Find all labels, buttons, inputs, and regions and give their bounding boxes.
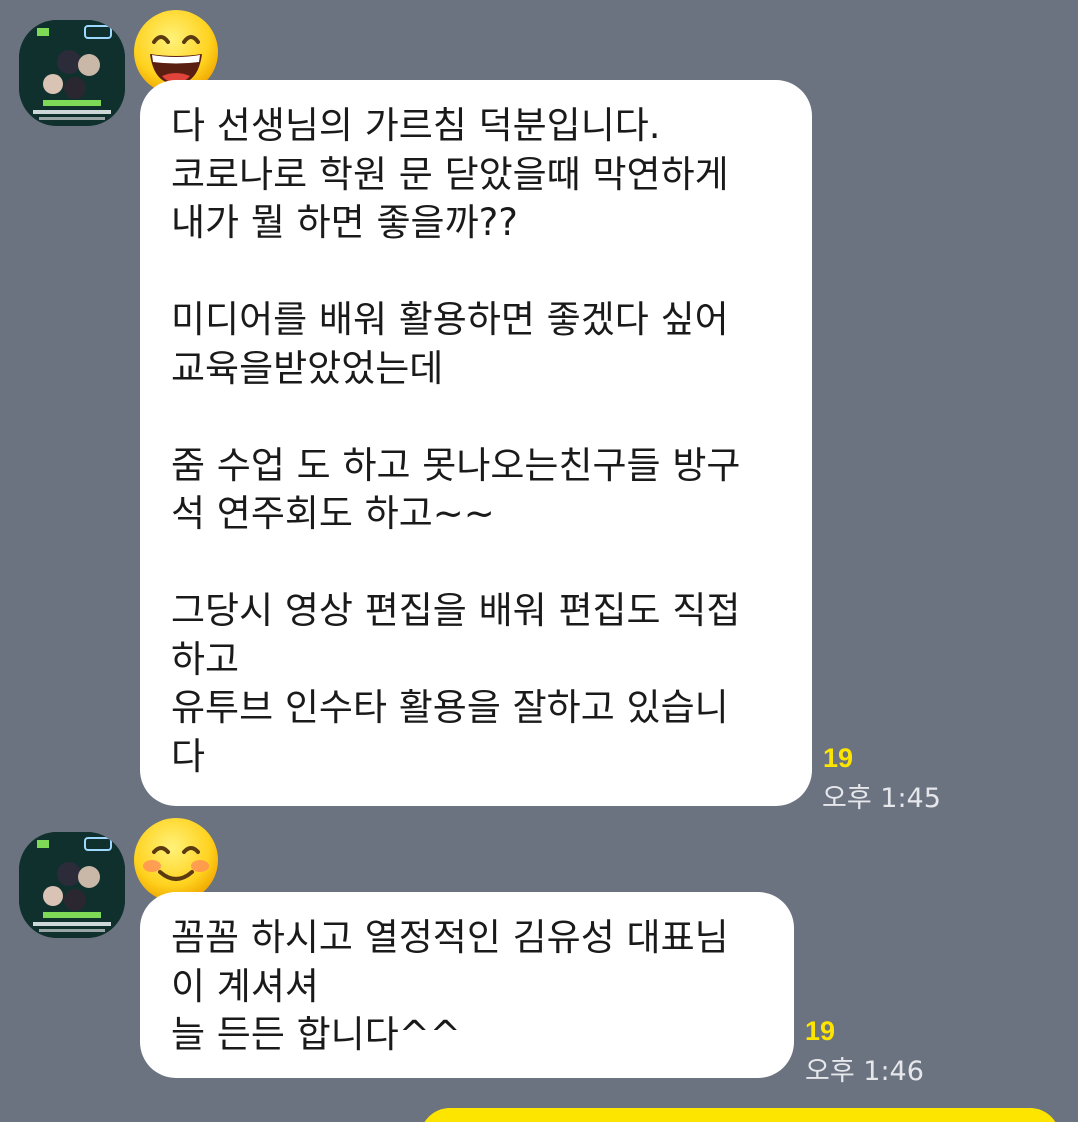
message-line: 다 xyxy=(171,734,206,778)
message-line: 줌 수업 도 하고 못나오는친구들 방구 xyxy=(171,443,741,487)
message-line: 교육을받았었는데 xyxy=(171,346,444,390)
message-line: 내가 뭘 하면 좋을까?? xyxy=(171,201,518,244)
message-line: 이 계셔셔 xyxy=(171,964,319,1008)
message-time: 오후 1:46 xyxy=(805,1056,924,1087)
smiling-blush-face-emoji-icon xyxy=(132,816,220,904)
concert-poster-avatar-icon xyxy=(19,832,125,938)
unread-count: 19 xyxy=(805,1016,836,1046)
message-line: 그당시 영상 편집을 배워 편집도 직접 xyxy=(171,589,741,632)
message-time: 오후 1:45 xyxy=(822,783,941,814)
message-line: 다 선생님의 가르침 덕분입니다. xyxy=(171,104,661,147)
message-text: 다 선생님의 가르침 덕분입니다. 코로나로 학원 문 닫았을때 막연하게 내가… xyxy=(171,102,782,781)
message-line: 늘 든든 합니다^^ xyxy=(171,1013,461,1056)
unread-count: 19 xyxy=(823,743,854,773)
message-text: 꼼꼼 하시고 열정적인 김유성 대표님 이 계셔셔 늘 든든 합니다^^ xyxy=(171,914,764,1060)
own-message-bubble[interactable] xyxy=(420,1108,1060,1122)
message-bubble[interactable]: 다 선생님의 가르침 덕분입니다. 코로나로 학원 문 닫았을때 막연하게 내가… xyxy=(140,80,812,806)
sender-avatar[interactable] xyxy=(19,20,125,126)
message-line: 유투브 인수타 활용을 잘하고 있습니 xyxy=(171,686,729,729)
concert-poster-avatar-icon xyxy=(19,20,125,126)
message-line: 하고 xyxy=(171,637,240,681)
message-bubble[interactable]: 꼼꼼 하시고 열정적인 김유성 대표님 이 계셔셔 늘 든든 합니다^^ xyxy=(140,892,794,1078)
message-line: 석 연주회도 하고~~ xyxy=(171,492,495,535)
message-line: 미디어를 배워 활용하면 좋겠다 싶어 xyxy=(171,298,729,341)
message-line: 코로나로 학원 문 닫았을때 막연하게 xyxy=(171,152,729,196)
message-line: 꼼꼼 하시고 열정적인 김유성 대표님 xyxy=(171,916,729,959)
chat-background: 다 선생님의 가르침 덕분입니다. 코로나로 학원 문 닫았을때 막연하게 내가… xyxy=(0,0,1078,1122)
sender-avatar[interactable] xyxy=(19,832,125,938)
